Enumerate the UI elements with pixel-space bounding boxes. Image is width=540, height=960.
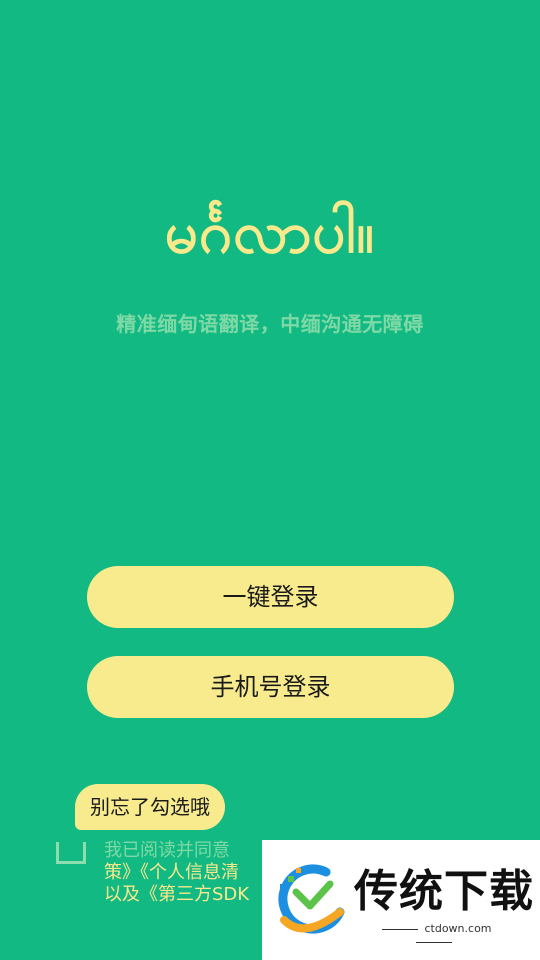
agreement-text: 我已阅读并同意 策》《个人信息清 以及《第三方SDK (104, 840, 274, 906)
watermark-url: ctdown.com (354, 922, 514, 948)
privacy-policy-link[interactable]: 策》《个人信息清 (104, 862, 274, 884)
watermark-brand: 传统下载 (354, 866, 534, 917)
phone-login-button[interactable]: 手机号登录 (87, 656, 454, 718)
agreement-checkbox[interactable] (56, 842, 86, 864)
tagline: 精准缅甸语翻译，中缅沟通无障碍 (116, 312, 424, 336)
app-logo-text: မင်္ဂလာပါ။ (164, 198, 376, 266)
agreement-line-1: 我已阅读并同意 (104, 840, 230, 861)
third-party-sdk-link[interactable]: 以及《第三方SDK (104, 884, 274, 906)
one-key-login-button[interactable]: 一键登录 (87, 566, 454, 628)
check-reminder-tooltip: 别忘了勾选哦 (75, 784, 225, 830)
watermark-overlay: 传统下载 ctdown.com (262, 840, 540, 960)
watermark-logo-icon (278, 864, 345, 934)
